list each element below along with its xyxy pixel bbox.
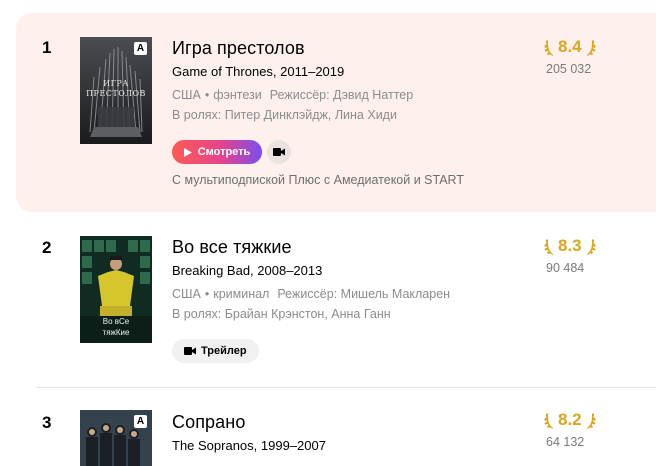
poster-sopranos[interactable]: A xyxy=(80,410,152,466)
votes-count: 64 132 xyxy=(546,435,585,449)
trailer-button-label: Трейлер xyxy=(201,345,247,357)
poster-text-line: Во вСе xyxy=(102,317,130,326)
laurel-right-icon xyxy=(586,239,596,255)
camera-icon xyxy=(184,347,196,355)
country: США xyxy=(172,88,201,102)
director: Режиссёр: Мишель Макларен xyxy=(277,287,451,301)
camera-icon xyxy=(273,148,285,156)
trailer-button[interactable]: Трейлер xyxy=(172,339,259,363)
poster-text-line: ИГРА xyxy=(103,79,129,88)
laurel-right-icon xyxy=(586,40,596,56)
play-icon xyxy=(183,147,192,157)
film-title[interactable]: Игра престолов xyxy=(172,38,305,59)
film-meta: США • криминал Режиссёр: Мишель Макларен xyxy=(172,287,451,301)
rating-value: 8.2 xyxy=(558,410,582,429)
rank-number: 3 xyxy=(42,413,52,432)
amediateka-badge-icon: A xyxy=(134,42,147,55)
amediateka-badge-icon: A xyxy=(134,415,147,428)
laurel-right-icon xyxy=(586,413,596,429)
subscription-note: С мультиподпиской Плюс с Амедиатекой и S… xyxy=(172,173,464,187)
watch-button[interactable]: Смотреть xyxy=(172,140,262,164)
film-title[interactable]: Во все тяжкие xyxy=(172,237,292,258)
rating-value: 8.3 xyxy=(558,236,582,255)
film-original-title: The Sopranos, 1999–2007 xyxy=(172,438,326,453)
laurel-left-icon xyxy=(544,40,553,56)
country: США xyxy=(172,287,201,301)
poster-text-line: ПРЕСТОЛОВ xyxy=(86,89,146,98)
genre: криминал xyxy=(213,287,270,301)
poster-game-of-thrones[interactable]: ИГРА ПРЕСТОЛОВ A xyxy=(80,37,152,144)
genre: фэнтези xyxy=(213,88,262,102)
laurel-left-icon xyxy=(544,413,553,429)
rating: 8.3 xyxy=(544,236,596,256)
trailer-button[interactable] xyxy=(267,140,291,164)
film-cast: В ролях: Брайан Крэнстон, Анна Ганн xyxy=(172,307,391,321)
watch-button-label: Смотреть xyxy=(197,146,251,158)
laurel-left-icon xyxy=(544,239,553,255)
poster-breaking-bad[interactable]: Во вСе тяжКие xyxy=(80,236,152,343)
film-title[interactable]: Сопрано xyxy=(172,412,245,433)
votes-count: 90 484 xyxy=(546,261,585,275)
rating: 8.2 xyxy=(544,410,596,430)
rating-value: 8.4 xyxy=(558,37,582,56)
film-meta: США • фэнтези Режиссёр: Дэвид Наттер xyxy=(172,88,414,102)
rank-number: 2 xyxy=(42,238,52,257)
director: Режиссёр: Дэвид Наттер xyxy=(269,88,414,102)
film-cast: В ролях: Питер Динклэйдж, Лина Хиди xyxy=(172,108,397,122)
film-original-title: Breaking Bad, 2008–2013 xyxy=(172,263,323,278)
poster-text-line: тяжКие xyxy=(102,328,130,337)
votes-count: 205 032 xyxy=(546,62,592,76)
rank-number: 1 xyxy=(42,38,52,57)
rating: 8.4 xyxy=(544,37,596,57)
film-original-title: Game of Thrones, 2011–2019 xyxy=(172,64,345,79)
